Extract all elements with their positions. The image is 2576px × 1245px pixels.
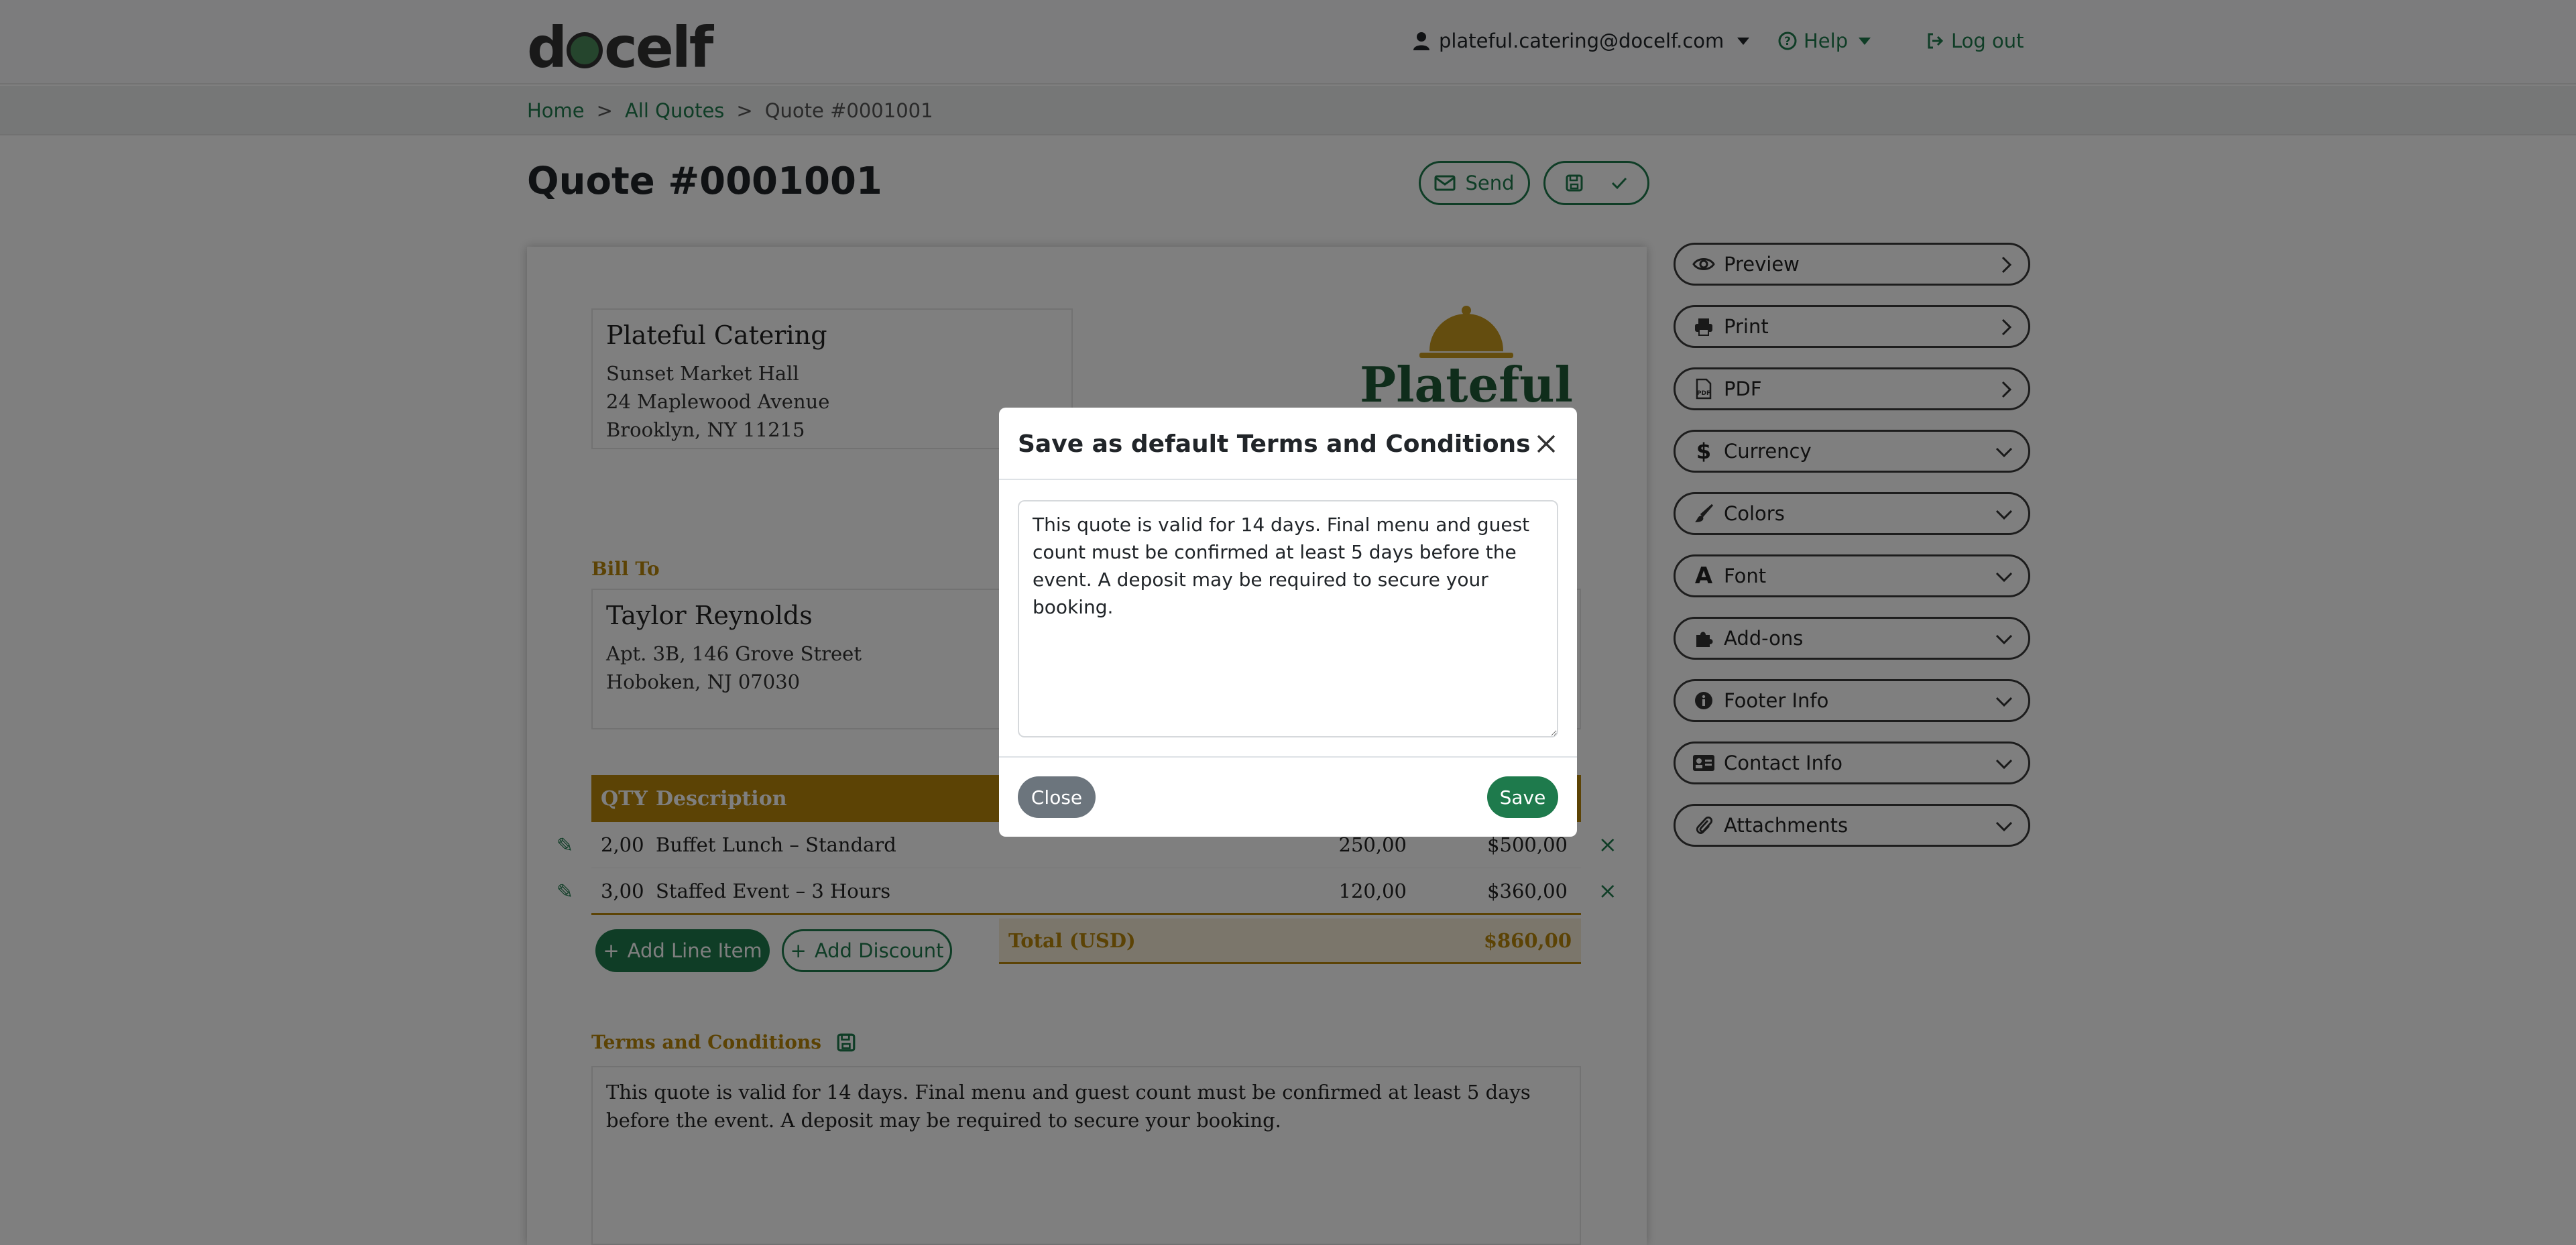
save-button[interactable]: Save <box>1487 776 1558 818</box>
modal-footer-divider <box>999 756 1577 758</box>
modal-title: Save as default Terms and Conditions <box>1018 430 1531 458</box>
close-button[interactable]: Close <box>1018 776 1096 818</box>
save-default-terms-modal: Save as default Terms and Conditions Thi… <box>999 408 1577 837</box>
modal-header-divider <box>999 479 1577 480</box>
terms-textarea[interactable]: This quote is valid for 14 days. Final m… <box>1018 500 1558 737</box>
close-icon[interactable] <box>1533 430 1560 457</box>
